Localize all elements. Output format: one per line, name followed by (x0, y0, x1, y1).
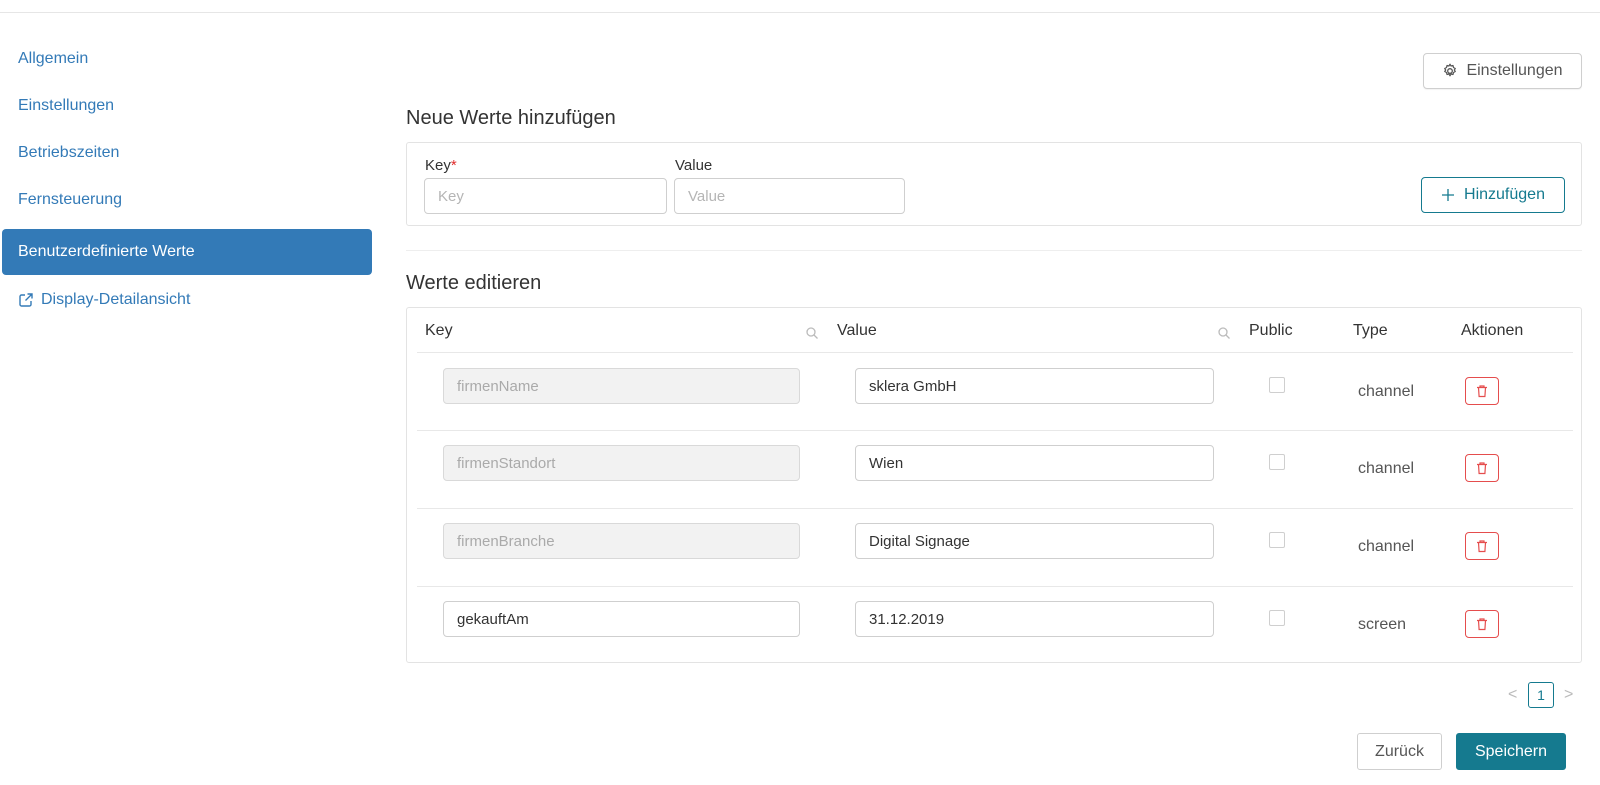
row-key-input (443, 523, 800, 559)
sidebar-item-einstellungen[interactable]: Einstellungen (2, 83, 372, 129)
plus-icon (1442, 189, 1455, 201)
row-type: channel (1358, 538, 1415, 555)
sidebar-item-betriebszeiten[interactable]: Betriebszeiten (2, 130, 372, 176)
row-key-input[interactable] (443, 601, 800, 637)
required-mark: * (450, 157, 457, 174)
delete-button[interactable] (1465, 454, 1499, 482)
trash-icon (1477, 618, 1487, 631)
row-type: screen (1358, 616, 1407, 633)
key-label-text: Key (425, 157, 451, 174)
table-row: channel (417, 353, 1573, 430)
settings-button-label: Einstellungen (1466, 62, 1563, 79)
public-checkbox[interactable] (1269, 377, 1285, 393)
save-button[interactable]: Speichern (1456, 733, 1566, 770)
row-type: channel (1358, 460, 1415, 477)
sidebar-item-label: Einstellungen (18, 97, 115, 114)
public-checkbox[interactable] (1269, 454, 1285, 470)
column-header-public: Public (1249, 322, 1293, 339)
new-values-title: Neue Werte hinzufügen (406, 107, 616, 129)
page-1-button[interactable]: 1 (1528, 682, 1554, 708)
sidebar-item-label: Benutzerdefinierte Werte (18, 243, 195, 260)
column-header-aktionen: Aktionen (1461, 322, 1524, 339)
back-button[interactable]: Zurück (1357, 733, 1442, 770)
value-label: Value (675, 157, 713, 174)
sidebar-item-allgemein[interactable]: Allgemein (2, 36, 372, 82)
new-value-input[interactable] (674, 178, 905, 214)
delete-button[interactable] (1465, 610, 1499, 638)
key-label: Key* (425, 157, 457, 174)
edit-values-title: Werte editieren (406, 272, 542, 294)
trash-icon (1477, 462, 1487, 475)
edit-values-table: Key Value Public Type Aktionen channel c… (406, 307, 1582, 663)
sidebar-item-display-detailansicht[interactable]: Display-Detailansicht (2, 277, 372, 323)
row-key-input (443, 368, 800, 404)
table-row: channel (417, 509, 1573, 586)
row-type: channel (1358, 383, 1415, 400)
new-values-panel: Key* Value Hinzufügen (406, 142, 1582, 226)
delete-button[interactable] (1465, 532, 1499, 560)
settings-button[interactable]: Einstellungen (1423, 53, 1582, 89)
column-header-key: Key (425, 322, 453, 339)
add-button[interactable]: Hinzufügen (1421, 177, 1565, 213)
row-value-input[interactable] (855, 445, 1214, 481)
row-value-input[interactable] (855, 368, 1214, 404)
top-divider (0, 12, 1600, 13)
row-value-input[interactable] (855, 601, 1214, 637)
column-header-type: Type (1353, 322, 1388, 339)
gear-icon (1444, 63, 1457, 77)
trash-icon (1477, 385, 1487, 398)
section-divider (406, 250, 1582, 251)
table-row: channel (417, 431, 1573, 508)
next-page-button[interactable]: > (1564, 686, 1573, 704)
public-checkbox[interactable] (1269, 532, 1285, 548)
sidebar-item-label: Allgemein (18, 50, 89, 67)
table-row: screen (417, 587, 1573, 664)
prev-page-button[interactable]: < (1508, 686, 1517, 704)
sidebar-item-label: Display-Detailansicht (41, 291, 191, 308)
search-icon[interactable] (805, 326, 819, 340)
row-key-input (443, 445, 800, 481)
search-icon[interactable] (1217, 326, 1231, 340)
sidebar-item-label: Betriebszeiten (18, 144, 120, 161)
sidebar-item-fernsteuerung[interactable]: Fernsteuerung (2, 177, 372, 223)
sidebar-item-benutzerdefinierte-werte[interactable]: Benutzerdefinierte Werte (2, 229, 372, 275)
external-link-icon (19, 293, 33, 307)
new-key-input[interactable] (424, 178, 667, 214)
sidebar-item-label: Fernsteuerung (18, 191, 123, 208)
trash-icon (1477, 540, 1487, 553)
delete-button[interactable] (1465, 377, 1499, 405)
add-button-label: Hinzufügen (1464, 186, 1545, 203)
public-checkbox[interactable] (1269, 610, 1285, 626)
row-value-input[interactable] (855, 523, 1214, 559)
column-header-value: Value (837, 322, 877, 339)
